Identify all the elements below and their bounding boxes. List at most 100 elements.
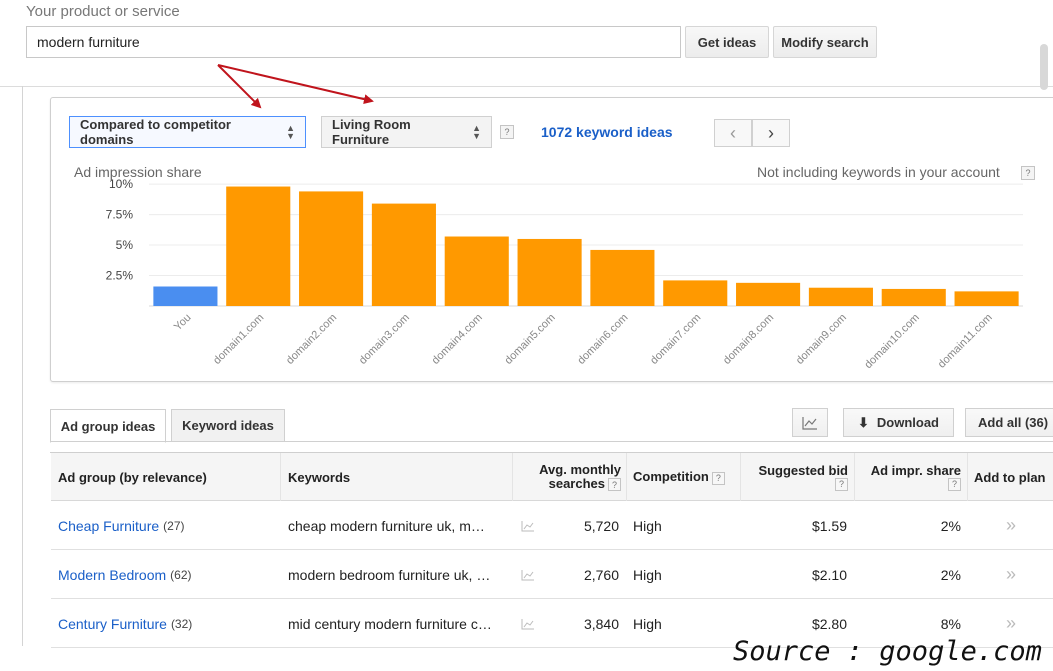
category-dropdown[interactable]: Living Room Furniture ▲▼ (321, 116, 492, 148)
chart-bar-domain2.com[interactable] (299, 191, 363, 306)
next-page-button[interactable]: › (752, 119, 790, 147)
download-label: Download (877, 415, 939, 430)
col-add-to-plan: Add to plan (974, 453, 1046, 501)
chevron-right-icon: › (768, 123, 774, 144)
competition-cell: High (633, 550, 662, 599)
ad-group-count: (27) (163, 519, 184, 533)
x-tick-label: domain2.com (284, 312, 339, 367)
x-tick-label: domain4.com (430, 312, 485, 367)
chart-bar-domain7.com[interactable] (663, 280, 727, 306)
add-all-button[interactable]: Add all (36) (965, 408, 1053, 437)
category-dropdown-label: Living Room Furniture (332, 117, 464, 147)
impression-share-chart: 10% 7.5% 5% 2.5% You domain1.com domain2.com do… (51, 178, 1053, 383)
help-icon[interactable]: ? (835, 478, 848, 491)
x-tick-label: domain5.com (503, 312, 558, 367)
ad-group-link[interactable]: Cheap Furniture (58, 518, 159, 534)
get-ideas-button[interactable]: Get ideas (685, 26, 769, 58)
col-avg-line2: searches (549, 476, 605, 491)
ad-group-count: (62) (170, 568, 191, 582)
x-tick-label: domain8.com (721, 312, 776, 367)
ad-group-link[interactable]: Century Furniture (58, 616, 167, 632)
product-search-input[interactable] (26, 26, 681, 58)
chart-bar-domain5.com[interactable] (518, 239, 582, 306)
source-caption: Source : google.com (733, 636, 1042, 667)
help-icon[interactable]: ? (500, 125, 514, 139)
chart-bar-domain8.com[interactable] (736, 283, 800, 306)
suggested-bid-cell: $2.10 (751, 550, 847, 599)
x-tick-label: domain6.com (575, 312, 630, 367)
add-to-plan-icon[interactable]: » (1006, 550, 1016, 599)
arrow-to-category-dropdown (218, 65, 372, 101)
tab-ad-group-ideas[interactable]: Ad group ideas (50, 409, 166, 443)
col-keywords: Keywords (288, 453, 350, 501)
col-avg-monthly-searches[interactable]: Avg. monthly searches? (531, 453, 621, 501)
ad-group-table: Ad group (by relevance) Keywords Avg. mo… (50, 452, 1053, 453)
chart-bar-domain3.com[interactable] (372, 204, 436, 306)
chart-bar-domain10.com[interactable] (882, 289, 946, 306)
graph-toggle-button[interactable] (792, 408, 828, 437)
help-icon[interactable]: ? (948, 478, 961, 491)
modify-search-button[interactable]: Modify search (773, 26, 877, 58)
suggested-bid-cell: $1.59 (751, 501, 847, 550)
help-icon[interactable]: ? (712, 472, 725, 485)
chart-bar-You[interactable] (153, 286, 217, 306)
x-tick-label: domain10.com (862, 312, 922, 372)
col-bid-label: Suggested bid (758, 464, 848, 478)
col-ad-group[interactable]: Ad group (by relevance) (58, 453, 207, 501)
col-competition-label: Competition (633, 469, 709, 484)
col-avg-line1: Avg. monthly (539, 463, 621, 477)
chart-bar-domain6.com[interactable] (590, 250, 654, 306)
chevron-left-icon: ‹ (730, 123, 736, 144)
left-rule (22, 86, 23, 646)
chart-bar-domain1.com[interactable] (226, 187, 290, 306)
col-impr-label: Ad impr. share (871, 464, 961, 478)
competition-cell: High (633, 501, 662, 550)
ad-group-link[interactable]: Modern Bedroom (58, 567, 166, 583)
x-tick-label: domain1.com (211, 312, 266, 367)
chart-bar-domain11.com[interactable] (955, 291, 1019, 306)
top-divider (0, 86, 1053, 87)
sort-caret-icon: ▲▼ (472, 124, 481, 140)
chart-card: Compared to competitor domains ▲▼ Living… (50, 97, 1053, 382)
avg-searches-cell: 2,760 (531, 550, 619, 599)
compare-dropdown[interactable]: Compared to competitor domains ▲▼ (69, 116, 306, 148)
keyword-count-link[interactable]: 1072 keyword ideas (541, 124, 673, 140)
chart-bar-domain4.com[interactable] (445, 237, 509, 306)
col-ad-impr-share[interactable]: Ad impr. share ? (863, 453, 961, 501)
add-to-plan-icon[interactable]: » (1006, 501, 1016, 550)
col-suggested-bid[interactable]: Suggested bid ? (751, 453, 848, 501)
chart-bar-domain9.com[interactable] (809, 288, 873, 306)
keywords-cell: modern bedroom furniture uk, … (288, 550, 508, 599)
avg-searches-cell: 3,840 (531, 599, 619, 648)
scrollbar[interactable] (1040, 44, 1048, 90)
y-tick-label: 7.5% (106, 208, 134, 222)
col-competition[interactable]: Competition? (633, 453, 725, 501)
tabs-divider (50, 441, 1053, 442)
impr-share-cell: 2% (863, 501, 961, 550)
download-button[interactable]: ⬇ Download (843, 408, 954, 437)
product-label: Your product or service (26, 3, 180, 20)
x-tick-label: domain3.com (357, 312, 412, 367)
x-tick-label: domain7.com (648, 312, 703, 367)
table-header: Ad group (by relevance) Keywords Avg. mo… (51, 453, 1053, 501)
prev-page-button[interactable]: ‹ (714, 119, 752, 147)
avg-searches-cell: 5,720 (531, 501, 619, 550)
sort-caret-icon: ▲▼ (286, 124, 295, 140)
tab-keyword-ideas[interactable]: Keyword ideas (171, 409, 285, 442)
keywords-cell: mid century modern furniture c… (288, 599, 508, 648)
competition-cell: High (633, 599, 662, 648)
x-tick-label: domain9.com (794, 312, 849, 367)
help-icon[interactable]: ? (608, 478, 621, 491)
table-row: Modern Bedroom (62) modern bedroom furni… (51, 550, 1053, 599)
ad-group-count: (32) (171, 617, 192, 631)
y-tick-label: 10% (109, 178, 133, 191)
ad-group-cell: Cheap Furniture (27) (58, 501, 185, 550)
chart-icon (802, 416, 818, 430)
y-tick-label: 5% (116, 238, 134, 252)
keywords-cell: cheap modern furniture uk, m… (288, 501, 508, 550)
ad-group-cell: Modern Bedroom (62) (58, 550, 192, 599)
impr-share-cell: 2% (863, 550, 961, 599)
table-row: Cheap Furniture (27) cheap modern furnit… (51, 501, 1053, 550)
y-tick-label: 2.5% (106, 269, 134, 283)
x-tick-label: You (172, 312, 194, 334)
